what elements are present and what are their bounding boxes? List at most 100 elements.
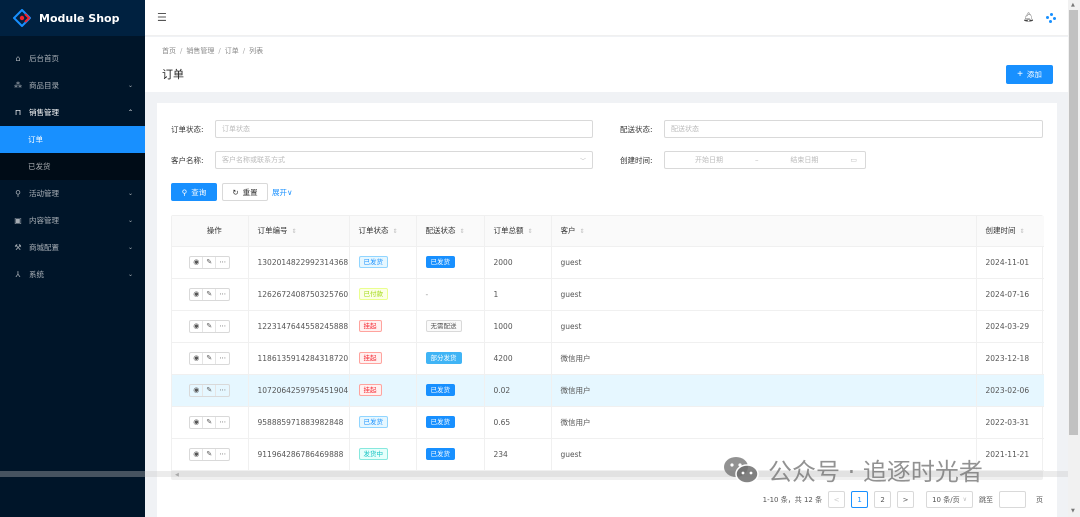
edit-icon[interactable]: ✎ bbox=[203, 448, 217, 460]
sort-icon[interactable]: ⇕ bbox=[1020, 228, 1025, 235]
customer-label: 客户名称: bbox=[171, 155, 204, 165]
home-icon: ⌂ bbox=[15, 54, 21, 63]
apps-icon[interactable] bbox=[1046, 12, 1056, 23]
actions-cell: ◉ ✎ ⋯ bbox=[172, 406, 249, 439]
page-size-select[interactable]: 10 条/页 ∨ bbox=[926, 491, 973, 508]
jump-page-input[interactable] bbox=[999, 491, 1026, 508]
sort-icon[interactable]: ⇕ bbox=[393, 228, 398, 235]
table-row[interactable]: ◉ ✎ ⋯ 958885971883982848 已发货 已发货 0.65 微信用户 2022-… bbox=[172, 406, 1044, 439]
more-icon[interactable]: ⋯ bbox=[216, 321, 229, 332]
table-row[interactable]: ◉ ✎ ⋯ 1302014822992314368 已发货 已发货 2000 guest 202… bbox=[172, 246, 1044, 279]
page-button[interactable]: 2 bbox=[874, 491, 892, 508]
row-actions: ◉ ✎ ⋯ bbox=[189, 351, 231, 365]
end-date-input[interactable]: 结束日期 bbox=[790, 155, 818, 165]
customer-cell: 微信用户 bbox=[551, 342, 977, 375]
edit-icon[interactable]: ✎ bbox=[203, 320, 217, 332]
sidebar-item[interactable]: ⊓ 销售管理 ⌃ bbox=[0, 99, 145, 126]
view-icon[interactable]: ◉ bbox=[190, 448, 204, 460]
table-row[interactable]: ◉ ✎ ⋯ 1262672408750325760 已付款 - 1 guest 2024-07-… bbox=[172, 278, 1044, 311]
sort-icon[interactable]: ⇕ bbox=[292, 228, 297, 235]
breadcrumb-item[interactable]: 首页 bbox=[162, 47, 176, 55]
column-header: 操作 bbox=[172, 216, 249, 247]
customer-cell: guest bbox=[551, 310, 977, 343]
order-status-tag: 挂起 bbox=[358, 320, 382, 332]
edit-icon[interactable]: ✎ bbox=[203, 256, 217, 268]
plus-icon: + bbox=[1017, 69, 1023, 80]
table-row[interactable]: ◉ ✎ ⋯ 1223147644558245888 挂起 无需配送 1000 guest 202… bbox=[172, 310, 1044, 343]
delivery-status: - bbox=[425, 289, 429, 299]
sort-icon[interactable]: ⇕ bbox=[580, 228, 585, 235]
sidebar-item-label: 销售管理 bbox=[29, 108, 59, 117]
view-icon[interactable]: ◉ bbox=[190, 256, 204, 268]
date-range-picker[interactable]: 开始日期 – 结束日期 ▭ bbox=[664, 151, 866, 169]
sidebar-item[interactable]: ⌂ 后台首页 bbox=[0, 45, 145, 72]
bell-icon[interactable]: 🔔︎ bbox=[1023, 13, 1034, 23]
date-separator: – bbox=[754, 156, 759, 164]
start-date-input[interactable]: 开始日期 bbox=[695, 155, 723, 165]
more-icon[interactable]: ⋯ bbox=[216, 289, 229, 300]
add-button[interactable]: + 添加 bbox=[1006, 65, 1053, 84]
actions-cell: ◉ ✎ ⋯ bbox=[172, 342, 249, 375]
sidebar-item[interactable]: ⅄ 系统 ⌄ bbox=[0, 261, 145, 288]
sidebar-item[interactable]: ▣ 内容管理 ⌄ bbox=[0, 207, 145, 234]
sidebar-item[interactable]: ⁂ 商品目录 ⌄ bbox=[0, 72, 145, 99]
query-button[interactable]: ⚲ 查询 bbox=[171, 183, 217, 201]
column-header[interactable]: 配送状态 ⇕ bbox=[416, 216, 485, 247]
view-icon[interactable]: ◉ bbox=[190, 288, 204, 300]
customer-cell: guest bbox=[551, 246, 977, 279]
page-button[interactable]: 1 bbox=[851, 491, 869, 508]
column-header[interactable]: 订单总额 ⇕ bbox=[484, 216, 552, 247]
order-status-select[interactable]: 订单状态 bbox=[215, 120, 593, 138]
actions-cell: ◉ ✎ ⋯ bbox=[172, 278, 249, 311]
scroll-down-icon[interactable]: ▼ bbox=[1071, 508, 1075, 514]
edit-icon[interactable]: ✎ bbox=[203, 384, 217, 396]
order-total-cell: 4200 bbox=[484, 342, 552, 375]
edit-icon[interactable]: ✎ bbox=[203, 416, 217, 428]
customer-select[interactable]: 客户名称或联系方式 ﹀ bbox=[215, 151, 593, 169]
breadcrumb-separator: / bbox=[218, 47, 221, 55]
customer-cell: 微信用户 bbox=[551, 406, 977, 439]
tool-icon: ⚒ bbox=[14, 243, 22, 252]
edit-icon[interactable]: ✎ bbox=[203, 288, 217, 300]
reset-button[interactable]: ↻ 重置 bbox=[222, 183, 268, 201]
menu-fold-icon[interactable]: ☰ bbox=[157, 11, 167, 24]
view-icon[interactable]: ◉ bbox=[190, 320, 204, 332]
more-icon[interactable]: ⋯ bbox=[216, 353, 229, 364]
column-header[interactable]: 客户 ⇕ bbox=[551, 216, 977, 247]
actions-cell: ◉ ✎ ⋯ bbox=[172, 374, 249, 407]
table-row[interactable]: ◉ ✎ ⋯ 1072064259795451904 挂起 已发货 0.02 微信用户 2023-… bbox=[172, 374, 1044, 407]
more-icon[interactable]: ⋯ bbox=[216, 257, 229, 268]
sort-icon[interactable]: ⇕ bbox=[460, 228, 465, 235]
sidebar-item[interactable]: ⚒ 商城配置 ⌄ bbox=[0, 234, 145, 261]
scroll-up-icon[interactable]: ▲ bbox=[1071, 2, 1075, 8]
more-icon[interactable]: ⋯ bbox=[216, 385, 229, 396]
order-status-tag: 挂起 bbox=[358, 352, 382, 364]
scrollbar-thumb[interactable] bbox=[1069, 10, 1078, 435]
sidebar-subitem[interactable]: 已发货 bbox=[0, 153, 145, 180]
shopping-icon: ⊓ bbox=[14, 108, 22, 117]
expand-link[interactable]: 展开∨ bbox=[272, 187, 293, 198]
more-icon[interactable]: ⋯ bbox=[216, 449, 229, 460]
view-icon[interactable]: ◉ bbox=[190, 352, 204, 364]
sort-icon[interactable]: ⇕ bbox=[528, 228, 533, 235]
view-icon[interactable]: ◉ bbox=[190, 384, 204, 396]
table-row[interactable]: ◉ ✎ ⋯ 1186135914284318720 挂起 部分发货 4200 微信用户 2023… bbox=[172, 342, 1044, 375]
column-header[interactable]: 订单编号 ⇕ bbox=[248, 216, 350, 247]
breadcrumb-item[interactable]: 销售管理 bbox=[186, 47, 214, 55]
column-header[interactable]: 创建时间 ⇕ bbox=[976, 216, 1044, 247]
view-icon[interactable]: ◉ bbox=[190, 416, 204, 428]
delivery-status-cell: 已发货 bbox=[416, 374, 485, 407]
sidebar-subitem[interactable]: 订单 bbox=[0, 126, 145, 153]
order-status-tag: 已发货 bbox=[358, 416, 388, 428]
column-header[interactable]: 订单状态 ⇕ bbox=[349, 216, 417, 247]
edit-icon[interactable]: ✎ bbox=[203, 352, 217, 364]
more-icon[interactable]: ⋯ bbox=[216, 417, 229, 428]
vertical-scrollbar[interactable]: ▲ ▼ bbox=[1068, 0, 1080, 517]
delivery-status-select[interactable]: 配送状态 bbox=[664, 120, 1043, 138]
breadcrumb-item[interactable]: 订单 bbox=[225, 47, 239, 55]
delivery-status-tag: 已发货 bbox=[425, 416, 455, 428]
next-page-button[interactable]: > bbox=[897, 491, 915, 508]
sidebar-item[interactable]: ⚲ 活动管理 ⌄ bbox=[0, 180, 145, 207]
logo[interactable]: Module Shop bbox=[0, 0, 145, 36]
prev-page-button[interactable]: < bbox=[828, 491, 846, 508]
